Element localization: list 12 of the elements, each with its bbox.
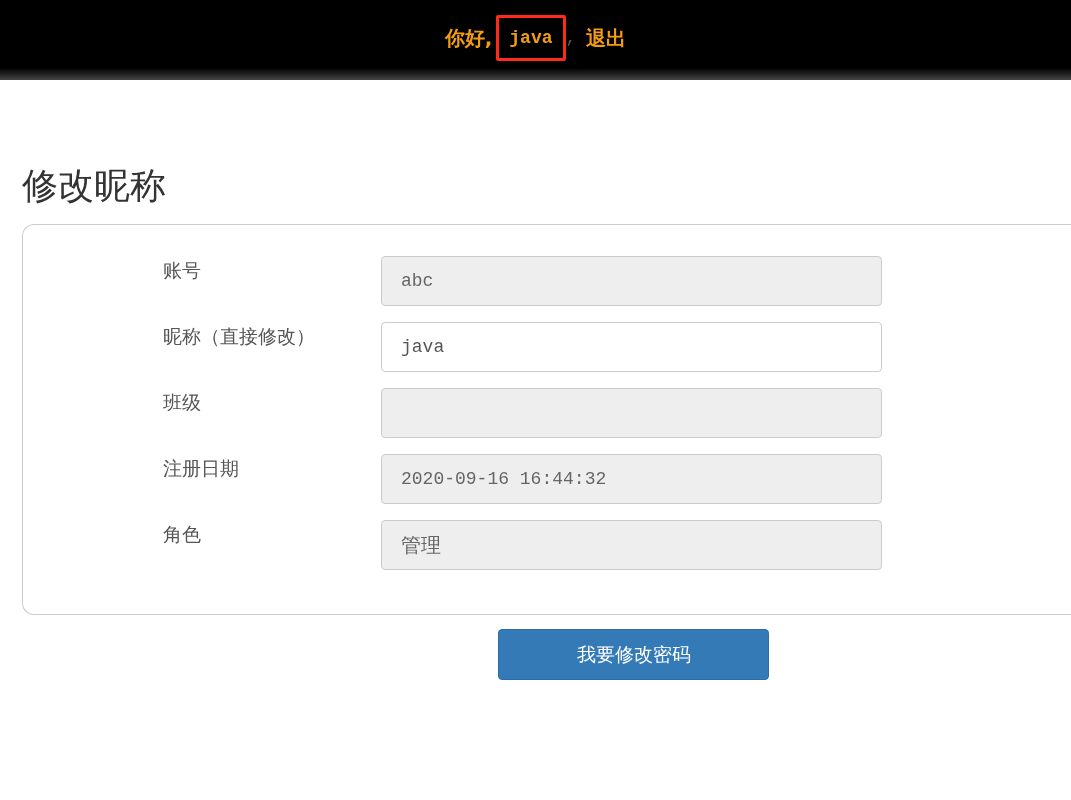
logout-link[interactable]: 退出 [586,24,627,52]
input-field[interactable]: java [381,322,882,372]
field-label: 角色 [163,522,202,547]
page-title: 修改昵称 [22,164,167,208]
change-password-button[interactable]: 我要修改密码 [498,629,769,680]
field-label: 账号 [163,258,202,283]
field-label: 昵称（直接修改） [163,324,316,349]
field-label: 班级 [163,390,202,415]
greeting-text: 你好, [444,24,493,52]
username-text: java [496,15,566,61]
field-label: 注册日期 [163,456,240,481]
comma-text: , [565,28,577,48]
